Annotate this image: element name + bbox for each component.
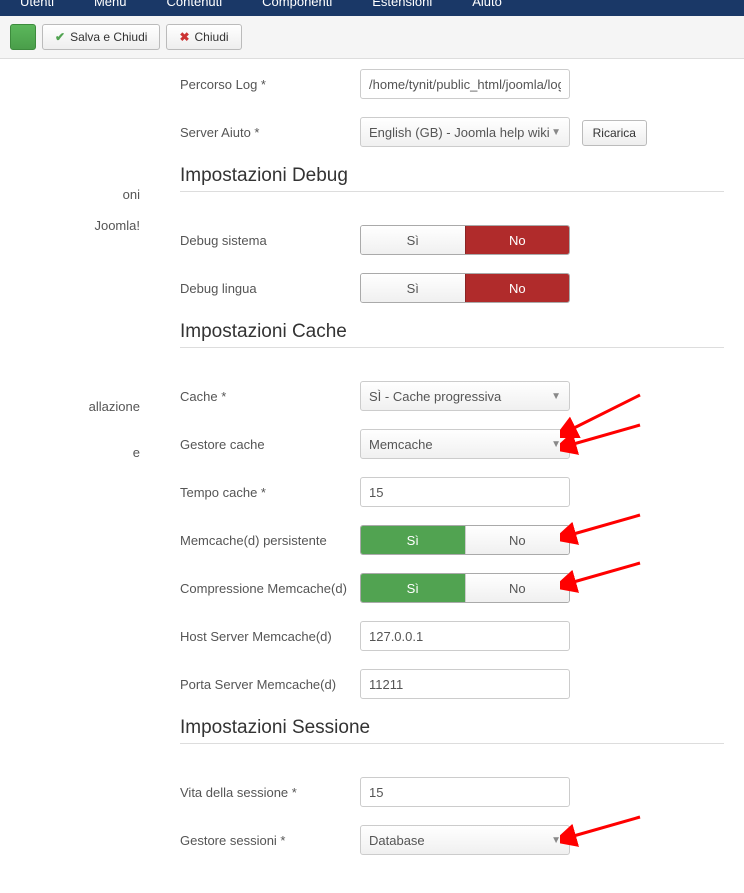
- memcache-port-input[interactable]: [360, 669, 570, 699]
- memcache-host-input[interactable]: [360, 621, 570, 651]
- chevron-down-icon: ▼: [551, 127, 561, 138]
- cache-handler-select[interactable]: Memcache ▼: [360, 429, 570, 459]
- toggle-yes[interactable]: Sì: [361, 226, 465, 254]
- reload-button[interactable]: Ricarica: [582, 120, 647, 146]
- toggle-yes[interactable]: Sì: [361, 274, 465, 302]
- chevron-down-icon: ▼: [551, 439, 561, 450]
- cache-time-label: Tempo cache *: [180, 485, 360, 500]
- close-label: Chiudi: [195, 30, 229, 44]
- memcache-compress-label: Compressione Memcache(d): [180, 581, 360, 596]
- help-server-label: Server Aiuto *: [180, 125, 360, 140]
- help-server-select[interactable]: English (GB) - Joomla help wiki ▼: [360, 117, 570, 147]
- content: Percorso Log * Server Aiuto * English (G…: [150, 59, 744, 893]
- memcache-persistent-toggle[interactable]: Sì No: [360, 525, 570, 555]
- toggle-yes[interactable]: Sì: [361, 526, 465, 554]
- save-close-label: Salva e Chiudi: [70, 30, 147, 44]
- chevron-down-icon: ▼: [551, 391, 561, 402]
- toggle-no[interactable]: No: [465, 526, 570, 554]
- memcache-compress-toggle[interactable]: Sì No: [360, 573, 570, 603]
- save-close-button[interactable]: ✔ Salva e Chiudi: [42, 24, 160, 50]
- toggle-no[interactable]: No: [465, 574, 570, 602]
- nav-item[interactable]: Estensioni: [372, 0, 432, 9]
- session-life-input[interactable]: [360, 777, 570, 807]
- session-handler-select[interactable]: Database ▼: [360, 825, 570, 855]
- save-button[interactable]: [10, 24, 36, 50]
- cache-handler-label: Gestore cache: [180, 437, 360, 452]
- sidebar-item[interactable]: allazione: [0, 391, 140, 422]
- cache-value: SÌ - Cache progressiva: [369, 389, 501, 404]
- nav-item[interactable]: Contenuti: [167, 0, 223, 9]
- cache-label: Cache *: [180, 389, 360, 404]
- sidebar-item[interactable]: e: [0, 437, 140, 468]
- memcache-host-label: Host Server Memcache(d): [180, 629, 360, 644]
- debug-system-toggle[interactable]: Sì No: [360, 225, 570, 255]
- toggle-no[interactable]: No: [465, 226, 570, 254]
- toggle-no[interactable]: No: [465, 274, 570, 302]
- sidebar-item[interactable]: oni: [0, 179, 140, 210]
- toolbar: ✔ Salva e Chiudi ✖ Chiudi: [0, 16, 744, 59]
- debug-lang-toggle[interactable]: Sì No: [360, 273, 570, 303]
- top-nav: Utenti Menu Contenuti Componenti Estensi…: [0, 0, 744, 16]
- nav-item[interactable]: Componenti: [262, 0, 332, 9]
- close-button[interactable]: ✖ Chiudi: [166, 24, 241, 50]
- nav-item[interactable]: Menu: [94, 0, 127, 9]
- cache-time-input[interactable]: [360, 477, 570, 507]
- session-life-label: Vita della sessione *: [180, 785, 360, 800]
- check-icon: ✔: [55, 30, 65, 44]
- cache-handler-value: Memcache: [369, 437, 433, 452]
- memcache-persistent-label: Memcache(d) persistente: [180, 533, 360, 548]
- log-path-label: Percorso Log *: [180, 77, 360, 92]
- debug-system-label: Debug sistema: [180, 233, 360, 248]
- close-icon: ✖: [179, 30, 189, 44]
- debug-heading: Impostazioni Debug: [180, 165, 724, 192]
- sidebar: oni Joomla! allazione e: [0, 59, 150, 893]
- memcache-port-label: Porta Server Memcache(d): [180, 677, 360, 692]
- nav-item[interactable]: Aiuto: [472, 0, 502, 9]
- nav-item[interactable]: Utenti: [20, 0, 54, 9]
- session-handler-label: Gestore sessioni *: [180, 833, 360, 848]
- cache-select[interactable]: SÌ - Cache progressiva ▼: [360, 381, 570, 411]
- sidebar-item[interactable]: Joomla!: [0, 210, 140, 241]
- cache-heading: Impostazioni Cache: [180, 321, 724, 348]
- session-heading: Impostazioni Sessione: [180, 717, 724, 744]
- toggle-yes[interactable]: Sì: [361, 574, 465, 602]
- help-server-value: English (GB) - Joomla help wiki: [369, 125, 550, 140]
- chevron-down-icon: ▼: [551, 835, 561, 846]
- session-handler-value: Database: [369, 833, 425, 848]
- log-path-input[interactable]: [360, 69, 570, 99]
- debug-lang-label: Debug lingua: [180, 281, 360, 296]
